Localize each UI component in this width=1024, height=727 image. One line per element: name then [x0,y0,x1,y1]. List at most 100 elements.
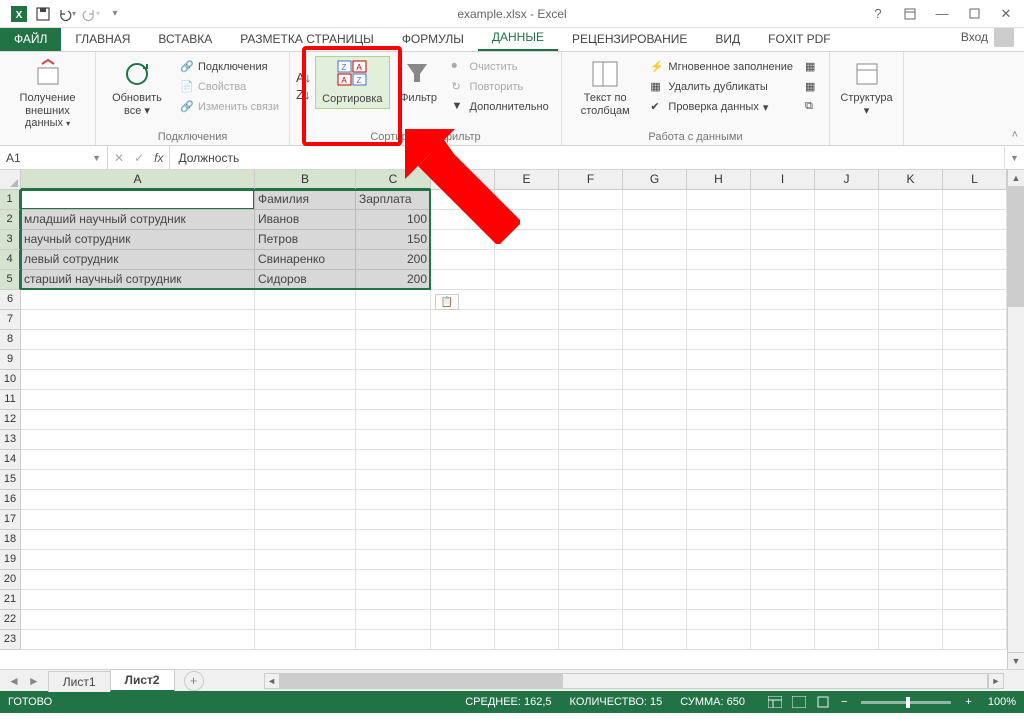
row-header-1[interactable]: 1 [0,190,21,210]
cell[interactable] [815,350,879,370]
cell[interactable] [687,510,751,530]
cell[interactable] [943,630,1007,650]
cell[interactable] [559,530,623,550]
cell[interactable] [21,470,255,490]
cell[interactable] [751,210,815,230]
cell[interactable] [879,210,943,230]
cell[interactable]: Свинаренко [255,250,356,270]
cell[interactable] [751,450,815,470]
cell[interactable] [495,570,559,590]
cell[interactable] [879,370,943,390]
col-header-F[interactable]: F [559,170,623,190]
sort-asc-icon[interactable]: A↓ [296,70,311,85]
tab-review[interactable]: РЕЦЕНЗИРОВАНИЕ [558,27,701,51]
cell[interactable] [879,350,943,370]
cell[interactable] [623,250,687,270]
cell[interactable] [751,590,815,610]
cell[interactable] [356,310,431,330]
cell[interactable] [687,590,751,610]
cell[interactable] [815,450,879,470]
cell[interactable] [623,470,687,490]
cell[interactable] [623,270,687,290]
col-header-I[interactable]: I [751,170,815,190]
cell[interactable] [879,310,943,330]
cell[interactable] [623,210,687,230]
cell[interactable] [495,210,559,230]
redo-icon[interactable]: ▾ [80,3,102,25]
cell[interactable] [356,430,431,450]
cell[interactable]: 100 [356,210,431,230]
cell[interactable] [943,410,1007,430]
connections-button[interactable]: 🔗Подключения [176,58,283,76]
zoom-slider[interactable] [861,701,951,704]
row-header-16[interactable]: 16 [0,490,21,510]
cell[interactable] [943,470,1007,490]
cell[interactable] [356,290,431,310]
cell[interactable] [623,450,687,470]
cell[interactable] [495,450,559,470]
cell[interactable] [21,550,255,570]
cell[interactable] [431,350,495,370]
cell[interactable] [495,370,559,390]
row-header-15[interactable]: 15 [0,470,21,490]
cell[interactable] [943,610,1007,630]
cell[interactable]: Зарплата [356,190,431,210]
cell[interactable] [559,310,623,330]
cell[interactable]: 150 [356,230,431,250]
cell[interactable] [815,630,879,650]
cell[interactable] [879,330,943,350]
cell[interactable] [356,470,431,490]
cell[interactable] [687,390,751,410]
cell[interactable] [879,610,943,630]
cell[interactable] [623,370,687,390]
cell[interactable] [623,410,687,430]
cell[interactable] [356,570,431,590]
row-header-7[interactable]: 7 [0,310,21,330]
cell[interactable] [255,490,356,510]
cell[interactable] [559,210,623,230]
cell[interactable] [21,630,255,650]
refresh-all-button[interactable]: Обновить все ▾ [102,56,172,119]
cell[interactable] [255,590,356,610]
cell[interactable] [815,290,879,310]
sheet-tab-2[interactable]: Лист2 [110,669,175,692]
cell[interactable] [687,210,751,230]
cell[interactable] [495,610,559,630]
cell[interactable] [687,430,751,450]
cell[interactable] [879,190,943,210]
cell[interactable] [815,310,879,330]
cell[interactable] [559,510,623,530]
undo-icon[interactable]: ▾ [56,3,78,25]
row-header-22[interactable]: 22 [0,610,21,630]
whatif-button[interactable]: ▦ [801,78,823,96]
scroll-right-icon[interactable]: ► [988,673,1004,689]
ribbon-display-icon[interactable] [896,3,924,25]
col-header-B[interactable]: B [255,170,356,190]
cell[interactable] [623,310,687,330]
row-header-2[interactable]: 2 [0,210,21,230]
cell[interactable] [815,490,879,510]
cell[interactable] [559,410,623,430]
cell[interactable]: Фамилия [255,190,356,210]
cell[interactable] [943,310,1007,330]
cell[interactable] [356,330,431,350]
scroll-up-icon[interactable]: ▲ [1008,170,1024,187]
fx-icon[interactable]: fx [154,151,163,165]
file-tab[interactable]: ФАЙЛ [0,27,61,51]
cell[interactable] [879,410,943,430]
cell[interactable] [255,410,356,430]
sort-button[interactable]: ZAAZ Сортировка [315,56,389,109]
cell[interactable] [559,370,623,390]
cell[interactable] [559,550,623,570]
cell[interactable] [879,550,943,570]
row-header-5[interactable]: 5 [0,270,21,290]
cell[interactable] [255,470,356,490]
vscroll-thumb[interactable] [1008,187,1024,307]
row-header-11[interactable]: 11 [0,390,21,410]
cell[interactable] [879,530,943,550]
cell[interactable] [21,530,255,550]
cell[interactable] [751,410,815,430]
cell[interactable] [623,550,687,570]
cell[interactable] [431,190,495,210]
cell[interactable] [687,290,751,310]
